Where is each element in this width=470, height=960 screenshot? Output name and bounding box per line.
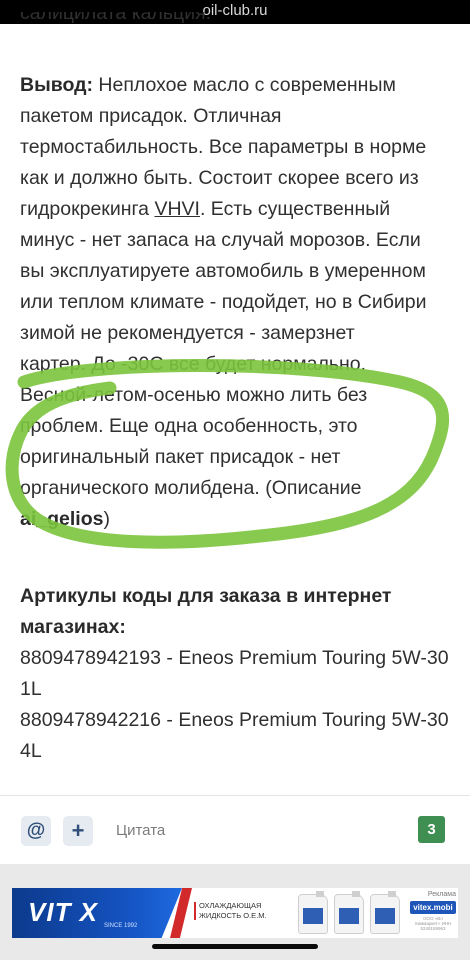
line-0: Неплохое масло с современным [93,74,396,96]
line-12: Весной-летом-осенью можно лить без [20,384,368,406]
line-4: гидрокрекинга [20,198,155,220]
line-3: как и должно быть. Состоит скорее всего … [20,167,419,189]
article-item-1: 8809478942193 - Eneos Premium Touring 5W… [20,647,449,700]
article-item-2: 8809478942216 - Eneos Premium Touring 5W… [20,709,449,762]
line-15: органического молибдена. (Описание [20,477,362,499]
line-2: термостабильность. Все параметры в норме [20,136,427,158]
ad-label: Реклама [427,891,456,898]
articles-heading: Артикулы коды для заказа в интернет мага… [20,585,392,638]
add-button[interactable]: + [63,816,93,846]
ad-info: Реклама vitex.mobi ООО «Вл Химмаркет» ИН… [410,891,456,931]
ad-site-button[interactable]: vitex.mobi [410,901,456,914]
conclusion-label: Вывод: [20,74,93,96]
vitex-logo: VIT X [28,897,99,927]
author-close: ) [103,508,110,530]
ad-since: SINCE 1992 [104,923,138,929]
plus-icon: + [71,818,85,843]
line-10: зимой не рекомендуется - замерзнет [20,322,355,344]
line-9: или теплом климате - подойдет, но в Сиби… [20,291,427,313]
vhvi-link[interactable]: VHVI [154,198,200,220]
line-14: оригинальный пакет присадок - нет [20,446,341,468]
ad-tagline: ОХЛАЖДАЮЩАЯ ЖИДКОСТЬ О.Е.М. [194,901,291,921]
line-7: минус - нет запаса на случай морозов. Ес… [20,229,421,251]
coolant-jug-image [298,891,328,934]
line-6: . Есть существенный [199,198,391,220]
line-11: картер. До -30С все будет нормально. [20,353,367,375]
author-link[interactable]: ai_gelios [20,508,103,530]
articles-section: Артикулы коды для заказа в интернет мага… [20,581,452,767]
coolant-jug-image [334,891,364,934]
ad-fine-print: ООО «Вл Химмаркет» ИНН 5249159963 [414,916,452,931]
coolant-jug-image [370,891,400,934]
line-1: пакетом присадок. Отличная [20,105,282,127]
post-body: салицилата кальция. Вывод: Неплохое масл… [20,12,452,767]
conclusion-paragraph: Вывод: Неплохое масло с современным паке… [20,70,452,535]
line-13: проблем. Еще одна особенность, это [20,415,358,437]
post-actions: @ + Цитата 3 [0,796,470,864]
at-icon: @ [26,820,46,841]
mention-button[interactable]: @ [21,816,51,846]
quote-button[interactable]: Цитата [116,822,165,839]
ad-brand-block: VIT X SINCE 1992 [12,888,182,938]
ad-banner[interactable]: VIT X SINCE 1992 ОХЛАЖДАЮЩАЯ ЖИДКОСТЬ О.… [12,888,458,938]
home-indicator [152,944,318,949]
partial-line: салицилата кальция. [20,12,212,24]
line-8: вы эксплуатируете автомобиль в умеренном [20,260,426,282]
like-count-badge[interactable]: 3 [418,816,445,843]
